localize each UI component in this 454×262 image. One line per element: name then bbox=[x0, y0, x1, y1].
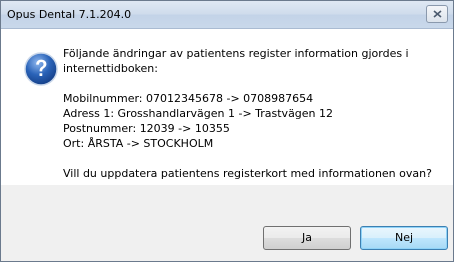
message-intro: Följande ändringar av patientens registe… bbox=[63, 47, 409, 75]
change-mobile: Mobilnummer: 07012345678 -> 0708987654 bbox=[63, 92, 314, 105]
button-bar: Ja Nej bbox=[1, 185, 453, 261]
change-city: Ort: ÅRSTA -> STOCKHOLM bbox=[63, 137, 214, 150]
change-postcode: Postnummer: 12039 -> 10355 bbox=[63, 122, 230, 135]
question-icon bbox=[24, 52, 58, 86]
no-button[interactable]: Nej bbox=[360, 226, 448, 250]
no-button-label: Nej bbox=[394, 231, 414, 244]
message-text: Följande ändringar av patientens registe… bbox=[63, 46, 435, 181]
message-dialog: Opus Dental 7.1.204.0 Följande ändringar… bbox=[0, 0, 454, 262]
change-address: Adress 1: Grosshandlarvägen 1 -> Trastvä… bbox=[63, 107, 334, 120]
message-area: Följande ändringar av patientens registe… bbox=[1, 29, 453, 185]
window-title: Opus Dental 7.1.204.0 bbox=[7, 8, 132, 21]
close-button[interactable] bbox=[426, 5, 448, 23]
close-icon bbox=[433, 10, 442, 18]
yes-button[interactable]: Ja bbox=[263, 226, 351, 250]
yes-button-label: Ja bbox=[302, 231, 312, 244]
message-question: Vill du uppdatera patientens registerkor… bbox=[63, 167, 432, 180]
title-bar[interactable]: Opus Dental 7.1.204.0 bbox=[1, 1, 453, 29]
